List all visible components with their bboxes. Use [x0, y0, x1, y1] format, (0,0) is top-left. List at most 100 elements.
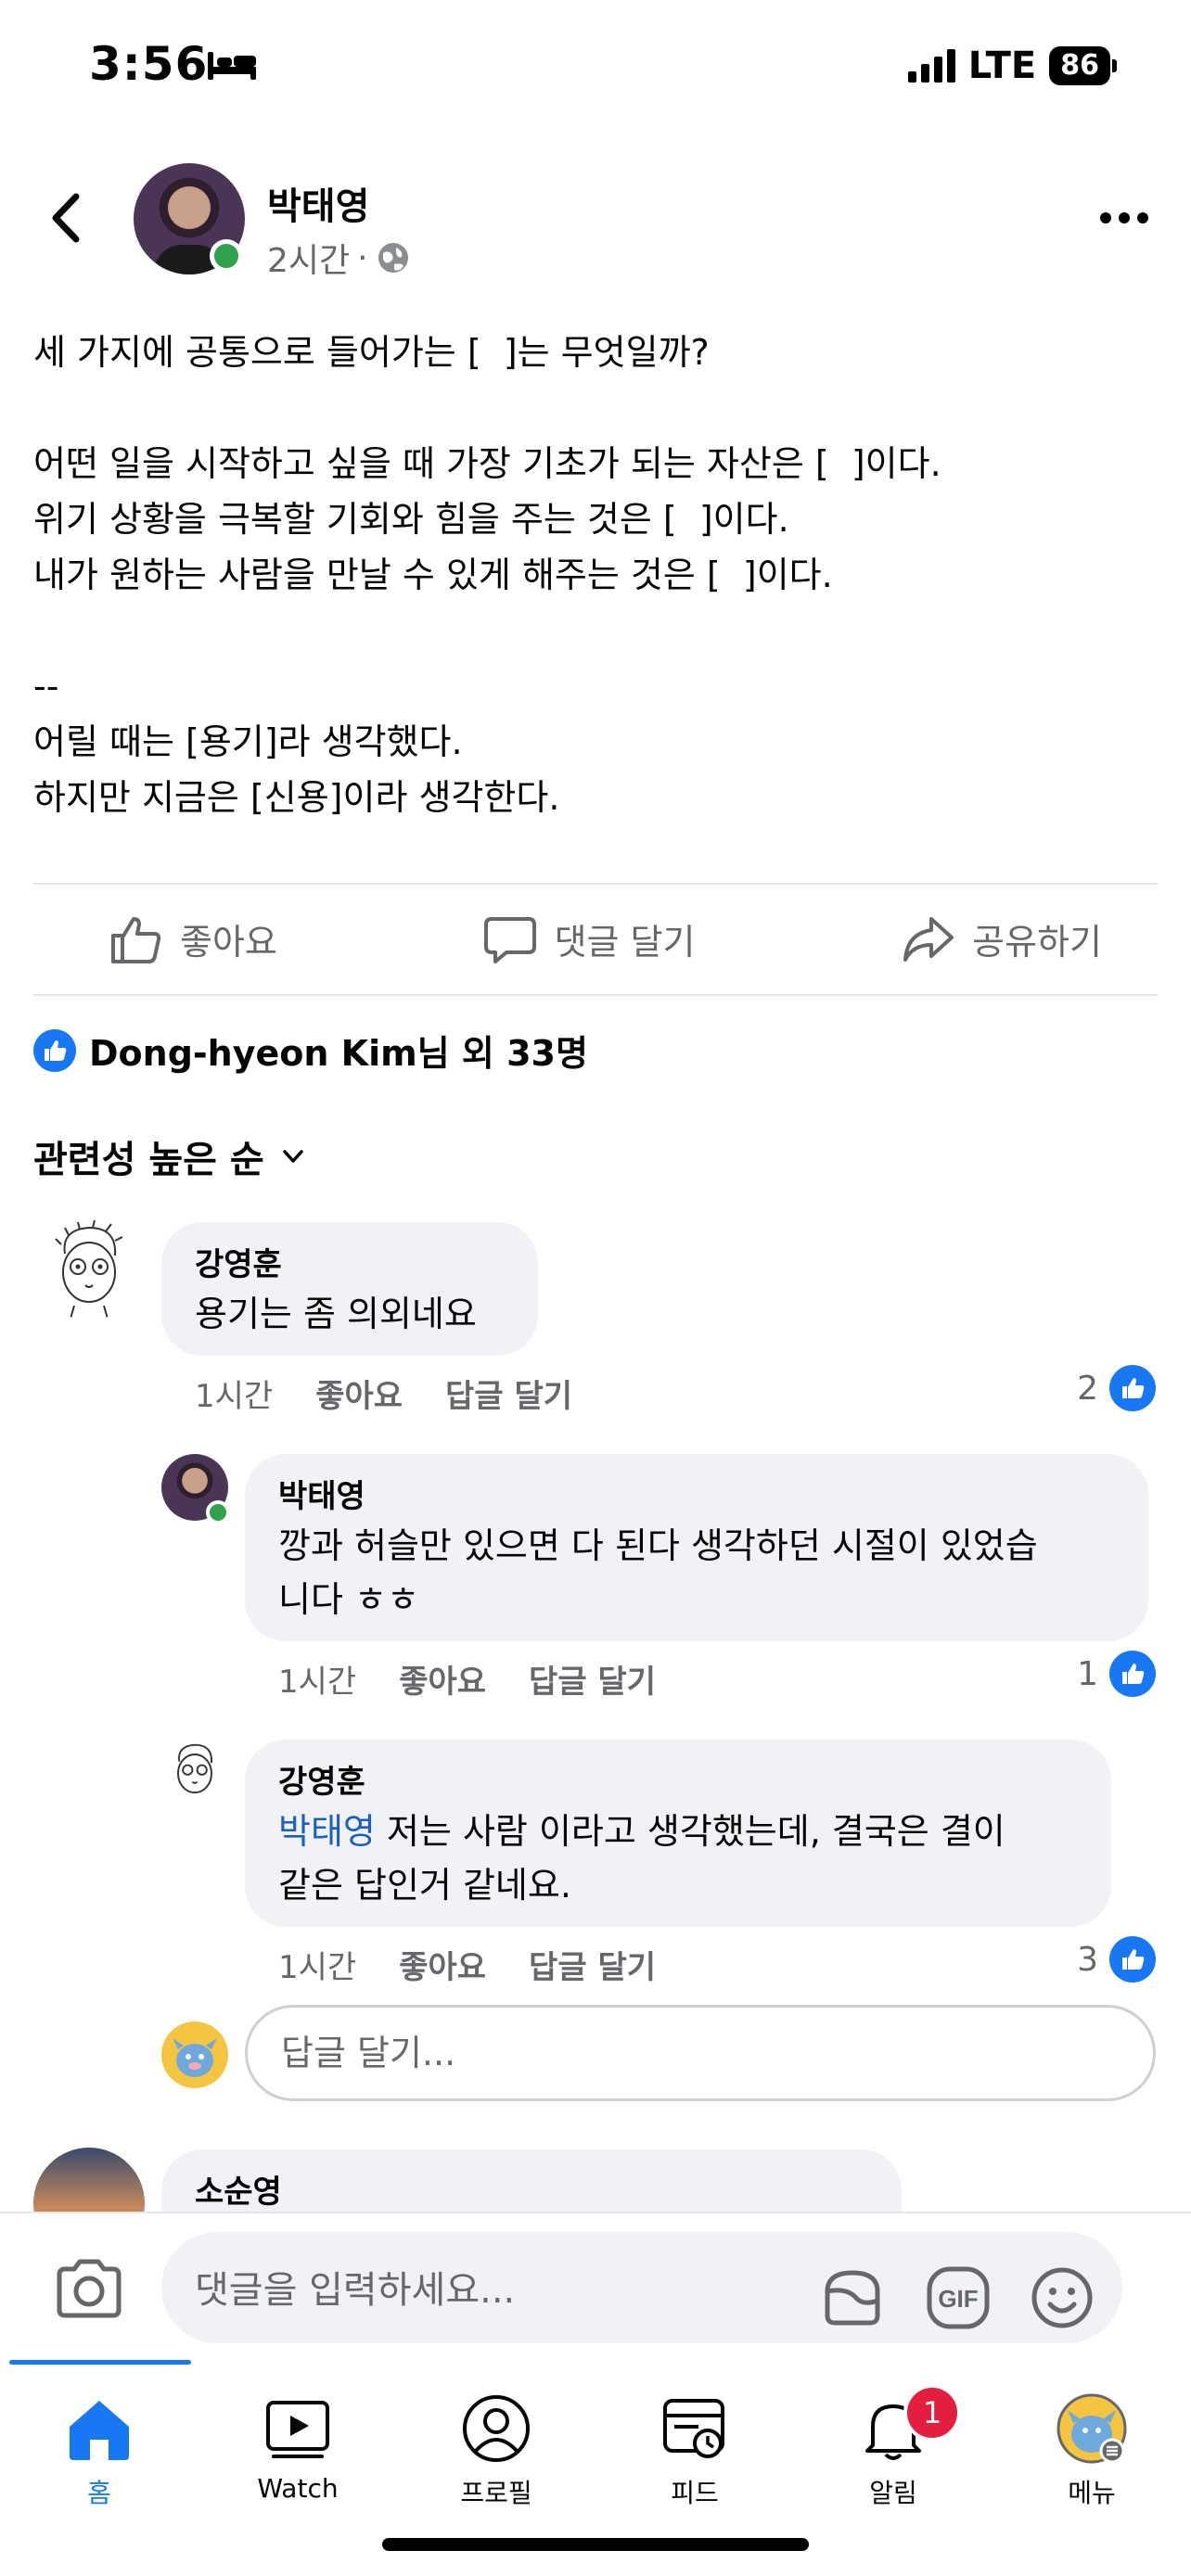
- battery-icon: 86: [1049, 46, 1117, 85]
- comment-text: 용기는 좀 의외네요: [195, 1294, 477, 1334]
- share-label: 공유하기: [972, 922, 1102, 963]
- share-arrow-icon: [903, 916, 954, 962]
- like-count-value: 3: [1077, 1940, 1098, 1979]
- comment-text-line: 니다 ㅎㅎ: [278, 1579, 419, 1620]
- post-time[interactable]: 2시간: [267, 234, 350, 282]
- signal-icon: [907, 49, 955, 83]
- commenter-avatar[interactable]: [37, 1217, 141, 1320]
- like-button[interactable]: 좋아요: [108, 912, 277, 967]
- cartoon-character-icon: [173, 2038, 217, 2077]
- camera-icon[interactable]: [52, 2252, 126, 2327]
- post-meta: 2시간 ·: [267, 234, 411, 282]
- tab-label: 알림: [869, 2478, 917, 2508]
- comment-author[interactable]: 강영훈: [278, 1760, 1078, 1804]
- tab-watch[interactable]: Watch: [198, 2378, 397, 2518]
- comment-meta: 1시간 좋아요 답글 달기: [278, 1942, 656, 1987]
- divider: [33, 883, 1158, 885]
- more-options-icon[interactable]: [1100, 204, 1150, 232]
- feed-icon: [663, 2399, 724, 2458]
- tab-label: 홈: [87, 2478, 111, 2508]
- sleep-focus-icon: [208, 52, 256, 80]
- comment-reply-button[interactable]: 답글 달기: [529, 1656, 656, 1702]
- network-type: LTE: [967, 45, 1037, 87]
- commenter-avatar[interactable]: [161, 1738, 228, 1804]
- meta-separator: ·: [357, 238, 368, 277]
- post-line: 하지만 지금은 [신용]이라 생각한다.: [33, 777, 560, 818]
- sketch-face-icon: [177, 1743, 212, 1794]
- like-count-value: 1: [1077, 1654, 1098, 1693]
- comment-input[interactable]: 댓글을 입력하세요... GIF: [161, 2232, 1122, 2343]
- like-reaction-icon: [33, 1028, 76, 1072]
- notification-badge: 1: [903, 2384, 961, 2442]
- comment-placeholder: 댓글을 입력하세요...: [195, 2269, 516, 2312]
- post-body: 세 가지에 공통으로 들어가는 [ ]는 무엇일까? 어떤 일을 시작하고 싶을…: [33, 325, 1156, 825]
- like-count-value: 2: [1077, 1369, 1098, 1408]
- gif-icon[interactable]: GIF: [924, 2264, 992, 2332]
- reactions-text: Dong-hyeon Kim님 외 33명: [89, 1033, 588, 1074]
- tab-label: Watch: [257, 2473, 339, 2504]
- current-user-avatar[interactable]: [161, 2021, 228, 2088]
- sketch-face-icon: [55, 1219, 123, 1320]
- comment-like-button[interactable]: 좋아요: [399, 1656, 486, 1702]
- comment-text-line: 저는 사람 이라고 생각했는데, 결국은 결이: [375, 1811, 1005, 1852]
- status-time: 3:56: [89, 37, 209, 91]
- comment-bubble-icon: [483, 916, 536, 963]
- reactions-summary[interactable]: Dong-hyeon Kim님 외 33명: [33, 1025, 588, 1076]
- tab-label: 메뉴: [1068, 2478, 1116, 2508]
- comment-reply-button[interactable]: 답글 달기: [529, 1942, 656, 1987]
- like-label: 좋아요: [180, 922, 277, 963]
- comment-author[interactable]: 강영훈: [195, 1243, 505, 1287]
- like-reaction-icon: [1109, 1651, 1156, 1697]
- comment-like-button[interactable]: 좋아요: [399, 1942, 486, 1987]
- author-name[interactable]: 박태영: [267, 176, 369, 230]
- tab-menu[interactable]: 메뉴: [992, 2378, 1191, 2518]
- post-line: 내가 원하는 사람을 만날 수 있게 해주는 것은 [ ]이다.: [33, 555, 833, 595]
- emoji-icon[interactable]: [1028, 2264, 1096, 2332]
- like-reaction-icon: [1109, 1365, 1156, 1411]
- battery-level: 86: [1049, 46, 1110, 85]
- comment-time: 1시간: [278, 1949, 357, 1986]
- home-indicator: [382, 2538, 809, 2551]
- online-status-dot: [206, 1500, 230, 1524]
- tab-feed[interactable]: 피드: [596, 2378, 794, 2518]
- share-button[interactable]: 공유하기: [900, 912, 1102, 967]
- home-icon: [70, 2401, 129, 2460]
- watch-icon: [266, 2401, 329, 2458]
- tab-home[interactable]: 홈: [0, 2378, 198, 2518]
- post-line: [33, 380, 1156, 436]
- thumbs-up-icon: [111, 916, 161, 963]
- back-arrow-icon[interactable]: [41, 185, 96, 250]
- chevron-down-icon: [282, 1150, 303, 1163]
- comment-author[interactable]: 소순영: [195, 2170, 868, 2214]
- comment-time: 1시간: [278, 1664, 357, 1701]
- online-status-dot: [210, 239, 243, 273]
- mention-link[interactable]: 박태영: [278, 1811, 376, 1852]
- post-line: 위기 상황을 극복할 기회와 힘을 주는 것은 [ ]이다.: [33, 499, 789, 540]
- comment-like-button[interactable]: 좋아요: [315, 1371, 403, 1416]
- post-line: 어떤 일을 시작하고 싶을 때 가장 기초가 되는 자산은 [ ]이다.: [33, 443, 941, 484]
- comment-bubble[interactable]: 강영훈 용기는 좀 의외네요: [161, 1222, 538, 1356]
- tab-label: 피드: [671, 2478, 719, 2508]
- comment-bubble[interactable]: 박태영 깡과 허슬만 있으면 다 된다 생각하던 시절이 있었습 니다 ㅎㅎ: [245, 1454, 1148, 1641]
- comment-sort-dropdown[interactable]: 관련성 높은 순: [33, 1129, 307, 1183]
- avatar-sticker-icon[interactable]: [818, 2264, 887, 2332]
- comment-bubble[interactable]: 강영훈 박태영 저는 사람 이라고 생각했는데, 결국은 결이 같은 답인거 같…: [245, 1740, 1111, 1927]
- comment-like-count[interactable]: 3: [1077, 1936, 1156, 1983]
- comment-like-count[interactable]: 1: [1077, 1651, 1156, 1697]
- post-actions: 좋아요 댓글 달기 공유하기: [33, 886, 1158, 992]
- globe-icon: [378, 243, 408, 273]
- comment-like-count[interactable]: 2: [1077, 1365, 1156, 1411]
- menu-avatar-icon: [1057, 2393, 1127, 2464]
- divider: [33, 994, 1158, 996]
- comment-author[interactable]: 박태영: [278, 1474, 1115, 1519]
- reply-input[interactable]: 답글 달기...: [245, 2005, 1156, 2101]
- like-reaction-icon: [1109, 1936, 1156, 1983]
- tab-notifications[interactable]: 1 알림: [794, 2378, 992, 2518]
- post-line: 세 가지에 공통으로 들어가는 [ ]는 무엇일까?: [33, 332, 710, 373]
- comment-reply-button[interactable]: 답글 달기: [445, 1371, 572, 1416]
- sort-label: 관련성 높은 순: [33, 1139, 264, 1181]
- comment-meta: 1시간 좋아요 답글 달기: [278, 1656, 656, 1702]
- comment-button[interactable]: 댓글 달기: [482, 912, 695, 967]
- tab-profile[interactable]: 프로필: [397, 2378, 596, 2518]
- comment-text-line: 같은 답인거 같네요.: [278, 1865, 571, 1906]
